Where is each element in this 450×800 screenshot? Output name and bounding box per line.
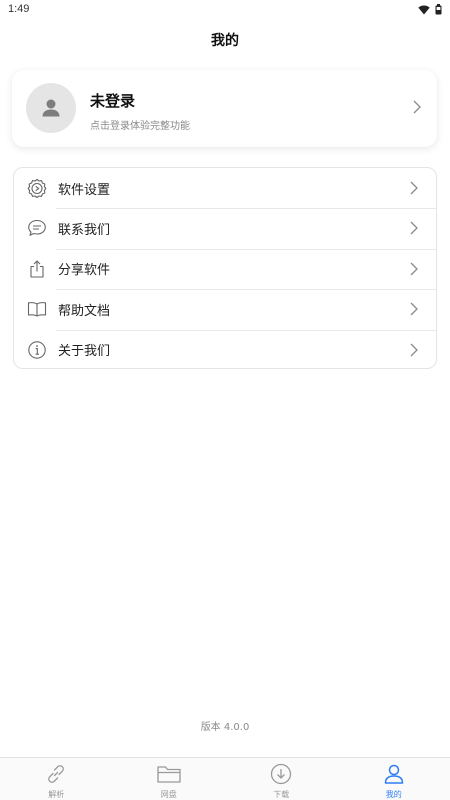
chevron-right-icon [410,343,418,357]
settings-menu: 软件设置 联系我们 分享软件 帮助文档 关于我们 [13,167,437,369]
menu-label: 关于我们 [58,344,111,360]
chevron-right-icon [410,262,418,276]
chat-icon [26,217,48,239]
menu-label: 帮助文档 [58,303,111,319]
menu-label: 软件设置 [58,182,111,198]
menu-item-about[interactable]: 关于我们 [14,329,436,368]
profile-card[interactable]: 未登录 点击登录体验完整功能 [12,70,437,147]
profile-screen: 1:49 我的 未登录 点击登录体验完整功能 软件设置 联系我们 分享软件 帮助… [0,0,450,800]
chevron-right-icon [413,100,421,114]
share-icon [26,258,48,280]
bottom-tab-bar: 解析 网盘 下载 我的 [0,757,450,800]
version-label: 版本 4.0.0 [200,722,250,733]
chevron-right-icon [410,181,418,195]
settings-icon [26,177,48,199]
status-time: 1:49 [8,3,30,15]
status-icons [418,4,442,15]
menu-item-settings[interactable]: 软件设置 [14,168,436,208]
wifi-icon [418,4,430,14]
tab-label: 我的 [385,790,402,799]
chevron-right-icon [410,221,418,235]
battery-icon [435,4,442,15]
avatar [26,83,76,133]
info-icon [26,339,48,361]
user-icon [381,761,407,787]
chevron-right-icon [410,302,418,316]
tab-cloud-drive[interactable]: 网盘 [113,758,226,800]
menu-item-help[interactable]: 帮助文档 [14,289,436,329]
profile-subtitle: 点击登录体验完整功能 [90,121,190,132]
tab-download[interactable]: 下载 [225,758,338,800]
status-bar: 1:49 [0,0,450,22]
user-avatar-icon [42,99,60,117]
page-title: 我的 [211,33,239,49]
menu-label: 分享软件 [58,263,111,279]
menu-label: 联系我们 [58,223,111,239]
tab-label: 解析 [48,790,65,799]
link-icon [43,761,69,787]
folder-icon [156,761,182,787]
menu-item-share[interactable]: 分享软件 [14,248,436,289]
book-icon [26,298,48,320]
tab-mine[interactable]: 我的 [338,758,450,800]
menu-item-contact[interactable]: 联系我们 [14,208,436,248]
tab-label: 网盘 [160,790,177,799]
profile-name: 未登录 [90,92,136,110]
tab-parse[interactable]: 解析 [0,758,113,800]
tab-label: 下载 [273,790,290,799]
download-icon [268,761,294,787]
